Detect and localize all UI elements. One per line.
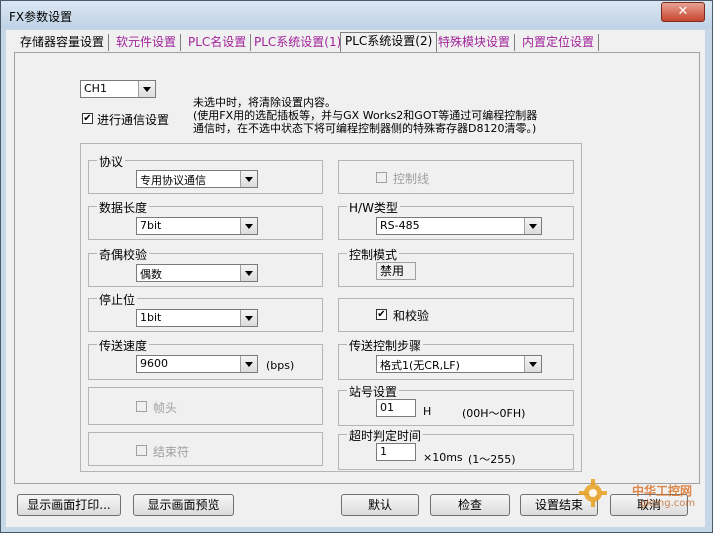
tab-plc-system-2[interactable]: PLC系统设置(2) — [340, 32, 438, 53]
tab-memory-capacity[interactable]: 存储器容量设置 — [16, 34, 110, 51]
note-line-3: 通信时，在不选中状态下将可编程控制器侧的特殊寄存器D8120清零。) — [193, 122, 537, 135]
window-title: FX参数设置 — [9, 10, 73, 24]
timeout-input[interactable]: 1 — [376, 443, 416, 461]
control-line-group — [338, 160, 574, 194]
watermark-text: 中华工控网 — [632, 484, 693, 498]
header-checkbox[interactable] — [136, 401, 147, 412]
station-suffix: H — [423, 405, 432, 418]
control-line-checkbox[interactable] — [376, 172, 387, 183]
baud-label: 传送速度 — [97, 337, 150, 354]
comm-setting-checkbox[interactable]: ✔ — [82, 113, 93, 124]
hw-type-label: H/W类型 — [347, 199, 400, 216]
channel-value: CH1 — [84, 82, 107, 95]
stop-bit-label: 停止位 — [97, 291, 138, 308]
terminator-group — [88, 432, 323, 466]
chevron-down-icon — [240, 171, 257, 187]
hw-type-select[interactable]: RS-485 — [376, 217, 542, 235]
parity-label: 奇偶校验 — [97, 246, 150, 263]
parity-select[interactable]: 偶数 — [136, 264, 258, 282]
stop-bit-select[interactable]: 1bit — [136, 309, 258, 327]
station-range: (00H～0FH) — [462, 407, 526, 420]
close-button[interactable]: ✕ — [661, 2, 705, 22]
chevron-down-icon — [138, 81, 155, 97]
tab-plc-system-1[interactable]: PLC系统设置(1) — [250, 34, 347, 51]
transfer-control-label: 传送控制步骤 — [347, 337, 424, 354]
chevron-down-icon — [240, 218, 257, 234]
chevron-down-icon — [240, 310, 257, 326]
header-group — [88, 387, 323, 425]
protocol-value: 专用协议通信 — [140, 174, 206, 187]
watermark-gear-icon — [578, 478, 608, 511]
baud-value: 9600 — [140, 357, 168, 370]
timeout-label: 超时判定时间 — [347, 427, 424, 444]
parity-value: 偶数 — [140, 268, 162, 281]
chevron-down-icon — [524, 218, 541, 234]
header-label: 帧头 — [153, 401, 178, 415]
preview-screen-button[interactable]: 显示画面预览 — [133, 494, 234, 516]
hw-type-value: RS-485 — [380, 219, 420, 232]
control-mode-group: 控制模式 — [338, 246, 574, 287]
tab-special-module[interactable]: 特殊模块设置 — [434, 34, 516, 51]
sum-check-label: 和校验 — [393, 309, 430, 323]
chevron-down-icon — [240, 356, 257, 372]
print-screen-button[interactable]: 显示画面打印... — [17, 494, 121, 516]
chevron-down-icon — [524, 356, 541, 372]
station-value: 01 — [380, 401, 394, 414]
data-length-select[interactable]: 7bit — [136, 217, 258, 235]
baud-select[interactable]: 9600 — [136, 355, 258, 373]
transfer-control-select[interactable]: 格式1(无CR,LF) — [376, 355, 542, 373]
timeout-unit: ×10ms — [423, 451, 463, 464]
sum-check-group — [338, 298, 574, 332]
timeout-range: (1～255) — [468, 453, 516, 466]
station-input[interactable]: 01 — [376, 399, 416, 417]
title-bar: FX参数设置 ✕ — [1, 1, 712, 29]
data-length-value: 7bit — [140, 219, 162, 232]
data-length-label: 数据长度 — [97, 199, 150, 216]
comm-setting-label: 进行通信设置 — [97, 113, 170, 127]
watermark-url: gkong.com — [640, 498, 696, 509]
protocol-label: 协议 — [97, 153, 126, 170]
chevron-down-icon — [240, 265, 257, 281]
tab-device[interactable]: 软元件设置 — [112, 34, 182, 51]
tab-plc-name[interactable]: PLC名设置 — [184, 34, 252, 51]
control-mode-label: 控制模式 — [347, 246, 400, 263]
terminator-checkbox[interactable] — [136, 445, 147, 456]
control-mode-value: 禁用 — [376, 262, 416, 280]
station-group: 站号设置 — [338, 383, 574, 426]
station-label: 站号设置 — [347, 383, 400, 400]
stop-bit-value: 1bit — [140, 311, 162, 324]
timeout-value: 1 — [380, 445, 387, 458]
default-button[interactable]: 默认 — [341, 494, 419, 516]
transfer-control-value: 格式1(无CR,LF) — [380, 359, 460, 372]
control-line-label: 控制线 — [393, 172, 430, 186]
channel-select[interactable]: CH1 — [80, 80, 156, 98]
sum-check-checkbox[interactable]: ✔ — [376, 309, 387, 320]
protocol-select[interactable]: 专用协议通信 — [136, 170, 258, 188]
tab-builtin-positioning[interactable]: 内置定位设置 — [518, 34, 600, 51]
baud-unit: (bps) — [266, 359, 295, 372]
terminator-label: 结束符 — [153, 445, 190, 459]
check-button[interactable]: 检查 — [430, 494, 510, 516]
